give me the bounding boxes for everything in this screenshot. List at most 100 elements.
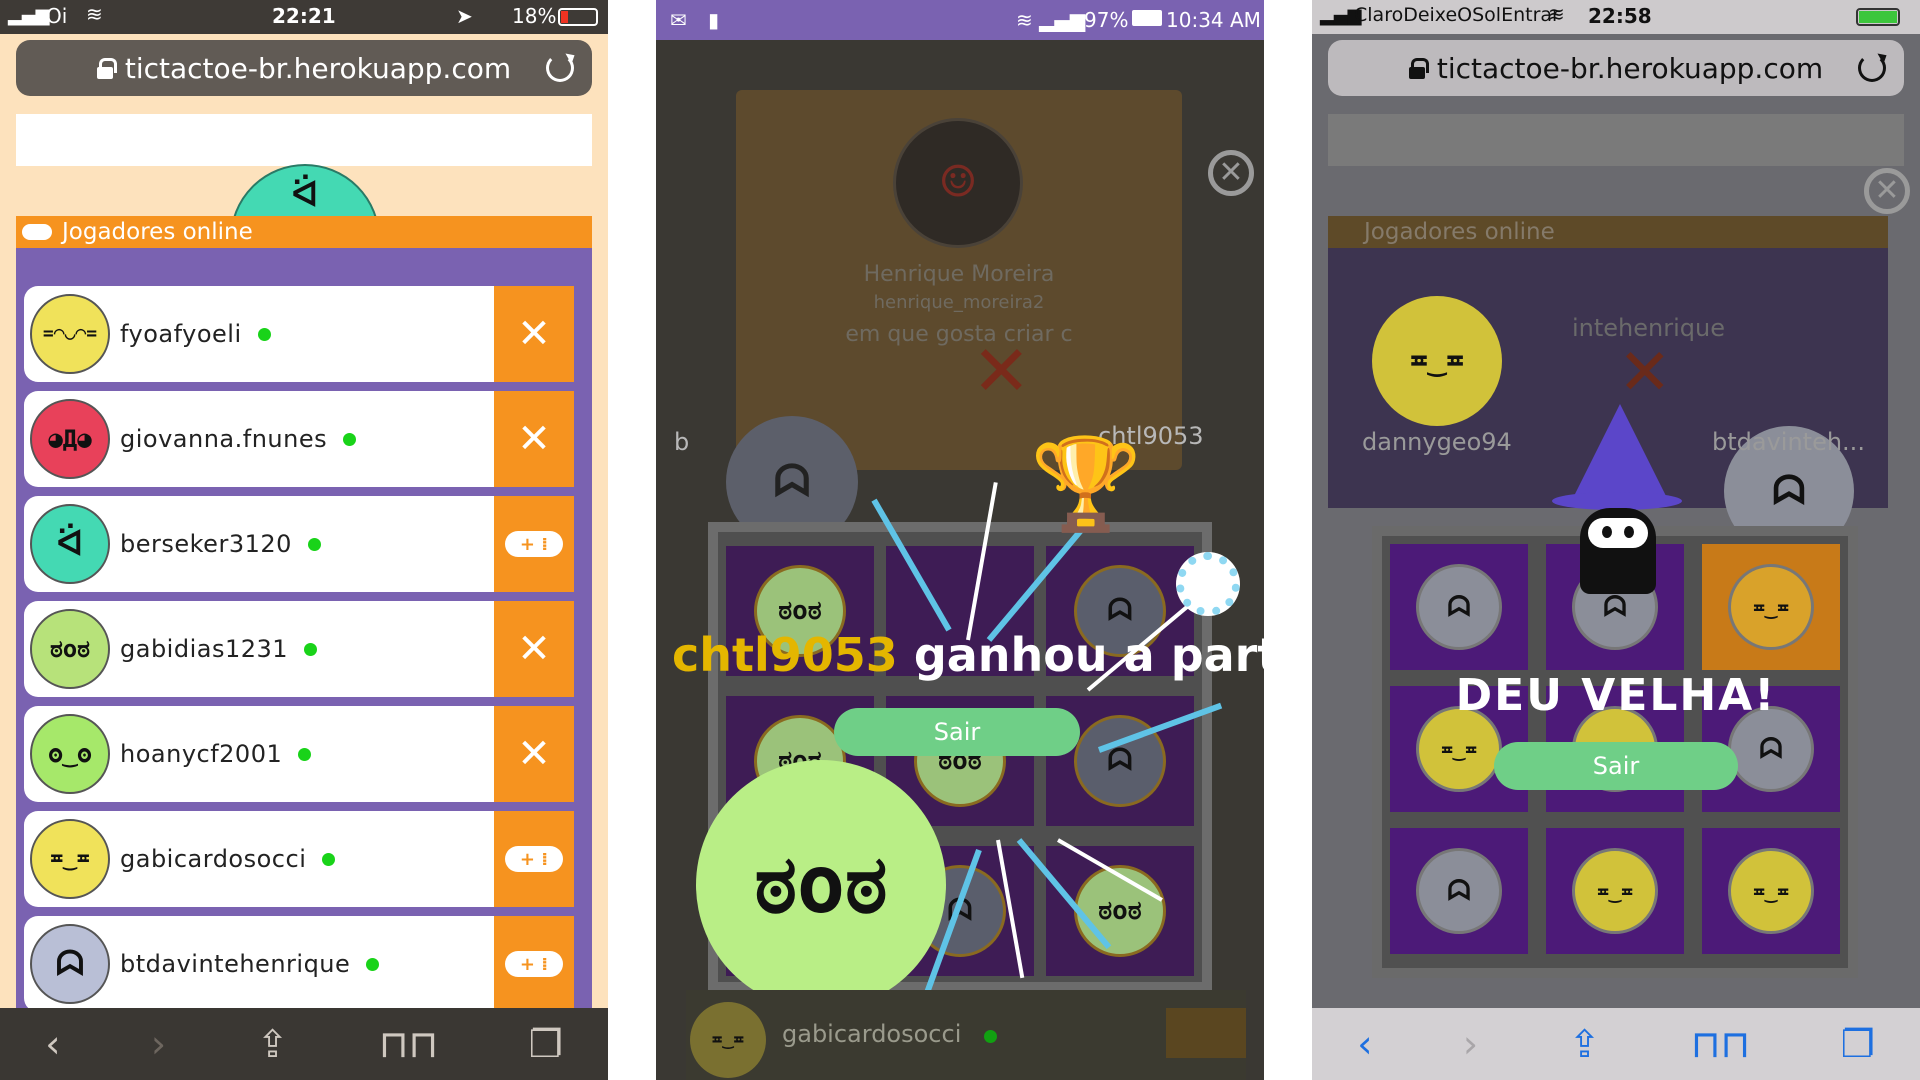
gamepad-icon <box>22 224 52 240</box>
page-banner <box>16 114 592 166</box>
status-bar: ▂▄▆ ClaroDeixeOSolEntrar ≋ 22:58 <box>1312 0 1920 34</box>
play-button[interactable] <box>1166 1008 1246 1058</box>
player-avatar: ᗣ <box>30 924 110 1004</box>
online-status-dot <box>366 957 380 971</box>
crossed-swords-icon: ✕ <box>517 731 551 777</box>
online-status-dot <box>304 642 318 656</box>
phone-draw-screen: ▂▄▆ ClaroDeixeOSolEntrar ≋ 22:58 tictact… <box>1312 0 1920 1080</box>
player-name: giovanna.fnunes <box>120 425 328 453</box>
play-button[interactable]: + ⁞ <box>494 916 574 1012</box>
url-text: tictactoe-br.herokuapp.com <box>1436 51 1824 85</box>
player-row[interactable]: =◠◡◠= fyoafyoeli ✕ <box>24 286 584 382</box>
page-banner <box>1328 114 1904 166</box>
board-cell[interactable]: ≖‿≖ <box>1546 828 1684 954</box>
player-row[interactable]: ʘ‿ʘ hoanycf2001 ✕ <box>24 706 584 802</box>
status-time: 10:34 AM <box>1166 8 1261 32</box>
lock-icon <box>96 58 117 79</box>
forward-icon[interactable]: › <box>1463 1022 1478 1066</box>
lock-icon <box>1408 58 1429 79</box>
challenge-button[interactable]: ✕ <box>494 391 574 487</box>
profile-handle: henrique_moreira2 <box>873 292 1045 313</box>
reload-icon[interactable] <box>546 54 574 82</box>
online-status-dot <box>322 852 336 866</box>
gamepad-icon: + ⁞ <box>505 846 563 872</box>
crossed-swords-icon: ✕ <box>517 626 551 672</box>
share-icon[interactable]: ⇪ <box>257 1022 289 1066</box>
play-button[interactable]: + ⁞ <box>494 811 574 907</box>
bookmarks-icon[interactable]: ⊓⊓ <box>1691 1022 1750 1066</box>
reload-icon[interactable] <box>1858 54 1886 82</box>
location-icon: ➤ <box>456 4 473 28</box>
battery-icon <box>1856 8 1900 26</box>
player-row[interactable]: ᗣ btdavintehenrique + ⁞ <box>24 916 584 1012</box>
player-name: gabicardosocci <box>782 1020 962 1048</box>
player-avatar: ᐛ <box>30 504 110 584</box>
exit-button[interactable]: Sair <box>1494 742 1738 790</box>
bookmarks-icon[interactable]: ⊓⊓ <box>379 1022 438 1066</box>
winner-name: chtl9053 <box>672 628 898 682</box>
battery-level: 18% <box>512 4 557 28</box>
forward-icon[interactable]: › <box>151 1022 166 1066</box>
challenge-button[interactable]: ✕ <box>494 601 574 697</box>
left-player-name: dannygeo94 <box>1362 428 1512 456</box>
player-row[interactable]: ◕Д◕ giovanna.fnunes ✕ <box>24 391 584 487</box>
mail-icon: ✉ <box>670 8 687 32</box>
profile-name: Henrique Moreira <box>863 262 1055 287</box>
crossed-swords-icon: ✕ <box>517 416 551 462</box>
online-status-dot <box>298 747 312 761</box>
online-status-dot <box>307 537 321 551</box>
tabs-icon[interactable]: ❐ <box>529 1022 563 1066</box>
challenge-button[interactable]: ✕ <box>494 286 574 382</box>
share-icon[interactable]: ⇪ <box>1569 1022 1601 1066</box>
board-cell[interactable]: ᗣ <box>1390 544 1528 670</box>
online-players-header: Jogadores online <box>1328 216 1888 248</box>
close-icon[interactable]: ✕ <box>1864 168 1910 214</box>
carrier: ClaroDeixeOSolEntrar <box>1354 4 1560 26</box>
board-cell[interactable]: ᗣ <box>1390 828 1528 954</box>
board-cell[interactable]: ≖‿≖ <box>1702 544 1840 670</box>
browser-toolbar: ‹ › ⇪ ⊓⊓ ❐ <box>1312 1008 1920 1080</box>
close-icon[interactable]: ✕ <box>1208 150 1254 196</box>
player-row[interactable]: ᐛ berseker3120 + ⁞ <box>24 496 584 592</box>
online-players-title: Jogadores online <box>62 219 253 245</box>
status-time: 22:21 <box>272 4 336 28</box>
player-avatar: ʘ‿ʘ <box>30 714 110 794</box>
right-player-name: btdavinteh... <box>1712 428 1865 456</box>
battery-level: 97% <box>1084 8 1129 32</box>
board-cell[interactable]: ಠoಠ <box>1046 846 1194 976</box>
player-avatar: ≖‿≖ <box>1372 296 1502 426</box>
profile-photo: ☺ <box>893 118 1023 248</box>
player-name: berseker3120 <box>120 530 292 558</box>
online-status-dot <box>257 327 271 341</box>
player-row[interactable]: ≖‿≖ gabicardosocci + ⁞ <box>24 811 584 907</box>
player-name: gabidias1231 <box>120 635 289 663</box>
x-mark-icon: ✕ <box>1618 336 1672 410</box>
gamepad-icon: + ⁞ <box>505 531 563 557</box>
status-bar: ✉ ▮ ≋ ▂▄▆ 97% 10:34 AM <box>656 0 1264 40</box>
opponent-label-initial: b <box>674 428 690 456</box>
player-avatar: ≖‿≖ <box>30 819 110 899</box>
player-row[interactable]: ಠoಠ gabidias1231 ✕ <box>24 601 584 697</box>
address-bar[interactable]: tictactoe-br.herokuapp.com <box>16 40 592 96</box>
crossed-swords-icon: ✕ <box>517 311 551 357</box>
signal-icon: ▂▄▆ <box>8 5 50 26</box>
back-icon[interactable]: ‹ <box>45 1022 60 1066</box>
battery-icon <box>1132 10 1162 26</box>
challenge-button[interactable]: ✕ <box>494 706 574 802</box>
tabs-icon[interactable]: ❐ <box>1841 1022 1875 1066</box>
player-avatar: =◠◡◠= <box>30 294 110 374</box>
exit-button[interactable]: Sair <box>834 708 1080 756</box>
carrier: Oi <box>46 4 68 28</box>
notification-icon: ▮ <box>708 8 720 32</box>
player-avatar: ≖‿≖ <box>690 1002 766 1078</box>
address-bar[interactable]: tictactoe-br.herokuapp.com <box>1328 40 1904 96</box>
status-bar: ▂▄▆ Oi ≋ 22:21 ➤ 18% <box>0 0 608 34</box>
play-button[interactable]: + ⁞ <box>494 496 574 592</box>
wifi-icon: ≋ <box>1548 2 1565 26</box>
board-cell[interactable]: ≖‿≖ <box>1702 828 1840 954</box>
back-icon[interactable]: ‹ <box>1357 1022 1372 1066</box>
winner-avatar: ಠoಠ <box>696 760 946 1010</box>
online-players-title: Jogadores online <box>1364 219 1555 245</box>
online-players-header: Jogadores online <box>16 216 592 248</box>
phone-online-players: ▂▄▆ Oi ≋ 22:21 ➤ 18% tictactoe-br.heroku… <box>0 0 608 1080</box>
